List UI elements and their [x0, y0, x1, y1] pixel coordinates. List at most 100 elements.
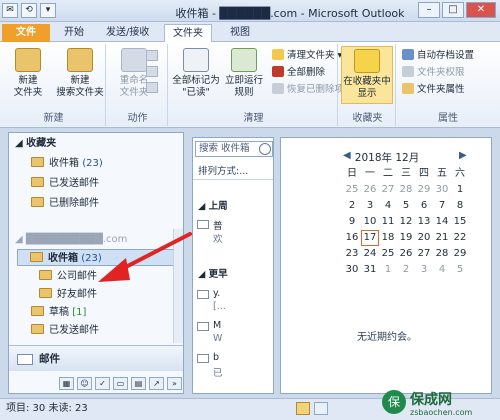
new-search-folder-button[interactable]: 新建 搜索文件夹 — [54, 46, 106, 104]
calendar-day[interactable]: 14 — [433, 214, 451, 230]
tab-send-receive[interactable]: 发送/接收 — [98, 24, 157, 42]
list-item[interactable]: MW — [197, 320, 267, 346]
reading-view-icon[interactable] — [314, 402, 328, 415]
calendar-day[interactable]: 16 — [343, 230, 361, 246]
delete-all-button[interactable]: 全部删除 — [272, 65, 325, 80]
calendar-day[interactable]: 3 — [415, 262, 433, 278]
folder-list-icon[interactable]: ▤ — [131, 377, 146, 390]
tab-home[interactable]: 开始 — [56, 24, 92, 42]
folder-sent[interactable]: 已发送邮件 — [31, 322, 99, 339]
calendar-day[interactable]: 2 — [397, 262, 415, 278]
calendar-day[interactable]: 23 — [343, 246, 361, 262]
watermark-title: 保成网 — [409, 391, 452, 408]
calendar-icon[interactable]: ▦ — [59, 377, 74, 390]
calendar-day[interactable]: 28 — [397, 182, 415, 198]
folder-permissions-button[interactable]: 文件夹权限 — [402, 65, 465, 80]
recover-deleted-button[interactable]: 恢复已删除项 — [272, 82, 344, 97]
minimize-button[interactable]: – — [418, 2, 440, 18]
normal-view-icon[interactable] — [296, 402, 310, 415]
calendar-day[interactable]: 4 — [379, 198, 397, 214]
folder-drafts[interactable]: 草稿 [1] — [31, 304, 86, 321]
favorites-inbox[interactable]: 收件箱 (23) — [31, 155, 103, 172]
cleanup-folder-button[interactable]: 清理文件夹 ▾ — [272, 48, 342, 63]
tab-view[interactable]: 视图 — [222, 24, 258, 42]
calendar-day[interactable]: 1 — [379, 262, 397, 278]
calendar-day[interactable]: 6 — [415, 198, 433, 214]
folder-company-mail[interactable]: 公司邮件 — [39, 268, 97, 285]
calendar-day[interactable]: 21 — [433, 230, 451, 246]
search-icon[interactable] — [259, 143, 271, 155]
group-label-favorites: 收藏夹 — [352, 113, 383, 124]
calendar-day[interactable]: 11 — [379, 214, 397, 230]
calendar-day[interactable]: 15 — [451, 214, 469, 230]
send-receive-icon[interactable]: ✉ — [2, 3, 18, 18]
calendar-day[interactable]: 25 — [379, 246, 397, 262]
group-older[interactable]: ◢ 更早 — [198, 266, 228, 280]
calendar-day[interactable]: 8 — [451, 198, 469, 214]
folder-properties-button[interactable]: 文件夹属性 — [402, 82, 465, 97]
calendar-day[interactable]: 5 — [451, 262, 469, 278]
sort-by[interactable]: 排列方式:... — [193, 164, 273, 180]
calendar-day[interactable]: 29 — [451, 246, 469, 262]
calendar-day[interactable]: 9 — [343, 214, 361, 230]
list-item[interactable]: b已 — [197, 352, 267, 379]
tasks-icon[interactable]: ✓ — [95, 377, 110, 390]
calendar-day[interactable]: 7 — [433, 198, 451, 214]
calendar-day[interactable]: 20 — [415, 230, 433, 246]
calendar-day[interactable]: 2 — [343, 198, 361, 214]
account-inbox[interactable]: 收件箱 (23) — [17, 249, 175, 266]
calendar-day[interactable]: 25 — [343, 182, 361, 198]
list-item[interactable]: y. [... — [197, 288, 267, 314]
calendar-day[interactable]: 1 — [451, 182, 469, 198]
list-item[interactable]: 普欢 — [197, 218, 267, 245]
favorites-deleted[interactable]: 已删除邮件 — [31, 195, 99, 212]
notes-icon[interactable]: ▭ — [113, 377, 128, 390]
contacts-icon[interactable]: ☺ — [77, 377, 92, 390]
calendar-day[interactable]: 5 — [397, 198, 415, 214]
mail-module-button[interactable]: 邮件 — [9, 345, 183, 371]
delete-folder-icon[interactable] — [146, 82, 158, 93]
calendar-day[interactable]: 26 — [361, 182, 379, 198]
configure-buttons-icon[interactable]: » — [167, 377, 182, 390]
show-in-favorites-button[interactable]: 在收藏夹中 显示 — [341, 46, 393, 104]
calendar-day[interactable]: 3 — [361, 198, 379, 214]
calendar-day[interactable]: 19 — [397, 230, 415, 246]
group-last-week[interactable]: ◢ 上周 — [198, 198, 228, 212]
tab-folder[interactable]: 文件夹 — [164, 24, 212, 42]
calendar-day[interactable]: 18 — [379, 230, 397, 246]
calendar-day[interactable]: 30 — [433, 182, 451, 198]
calendar-next-button[interactable]: ▶ — [459, 150, 467, 161]
shortcuts-icon[interactable]: ↗ — [149, 377, 164, 390]
folder-friends-mail[interactable]: 好友邮件 — [39, 286, 97, 303]
favorites-sent[interactable]: 已发送邮件 — [31, 175, 99, 192]
calendar-day[interactable]: 12 — [397, 214, 415, 230]
favorites-header[interactable]: ◢ 收藏夹 — [9, 135, 175, 153]
copy-folder-icon[interactable] — [146, 50, 158, 61]
calendar-day[interactable]: 4 — [433, 262, 451, 278]
account-header[interactable]: ◢ ██████████.com — [15, 231, 127, 248]
calendar-day[interactable]: 10 — [361, 214, 379, 230]
customize-qat-icon[interactable]: ▾ — [40, 3, 56, 18]
new-folder-button[interactable]: 新建 文件夹 — [2, 46, 54, 104]
tab-file[interactable]: 文件 — [2, 24, 50, 42]
maximize-button[interactable]: □ — [442, 2, 464, 18]
move-folder-icon[interactable] — [146, 66, 158, 77]
calendar-day[interactable]: 30 — [343, 262, 361, 278]
calendar-day[interactable]: 22 — [451, 230, 469, 246]
calendar-day[interactable]: 24 — [361, 246, 379, 262]
run-rules-button[interactable]: 立即运行 规则 — [218, 46, 270, 104]
search-input[interactable]: 搜索 收件箱 — [195, 141, 273, 157]
calendar-day[interactable]: 27 — [415, 246, 433, 262]
calendar-day[interactable]: 26 — [397, 246, 415, 262]
nav-scrollbar[interactable] — [173, 229, 183, 343]
calendar-day[interactable]: 28 — [433, 246, 451, 262]
calendar-day[interactable]: 31 — [361, 262, 379, 278]
calendar-day[interactable]: 17 — [361, 230, 379, 246]
calendar-day[interactable]: 13 — [415, 214, 433, 230]
autoarchive-settings-button[interactable]: 自动存档设置 — [402, 48, 474, 63]
close-button[interactable]: ✕ — [466, 2, 496, 18]
calendar-day[interactable]: 29 — [415, 182, 433, 198]
mark-all-read-button[interactable]: 全部标记为 "已读" — [170, 46, 222, 104]
calendar-day[interactable]: 27 — [379, 182, 397, 198]
undo-icon[interactable]: ⟲ — [21, 3, 37, 18]
